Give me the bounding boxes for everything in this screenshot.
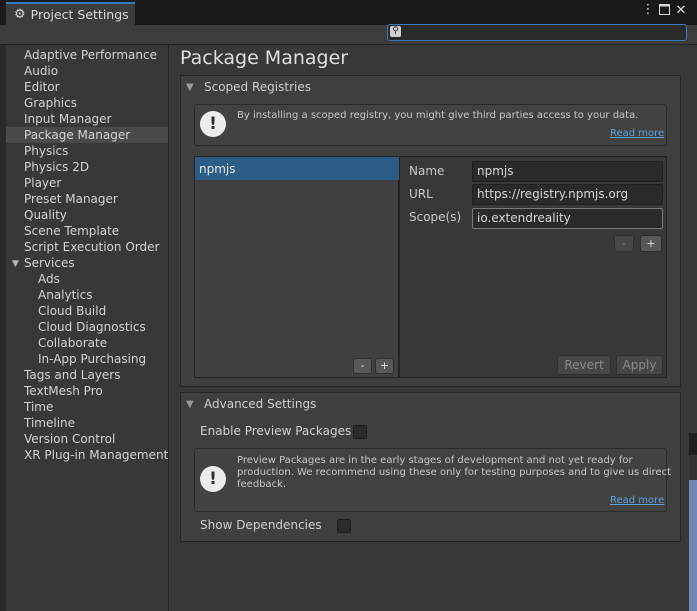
apply-button[interactable]: Apply [616, 355, 663, 375]
url-field[interactable]: https://registry.npmjs.org [472, 184, 663, 205]
sidebar-item-quality[interactable]: Quality [24, 207, 67, 223]
sidebar-item-scene-template[interactable]: Scene Template [24, 223, 119, 239]
sidebar-item-timeline[interactable]: Timeline [24, 415, 75, 431]
add-registry-button[interactable]: + [375, 358, 394, 374]
background-window-toolbar [689, 455, 697, 480]
remove-registry-button[interactable]: - [353, 358, 372, 374]
sidebar-item-cloud-diagnostics[interactable]: Cloud Diagnostics [38, 319, 146, 335]
chevron-down-icon[interactable]: ▼ [12, 259, 19, 269]
enable-preview-label: Enable Preview Packages [200, 424, 352, 438]
sidebar-item-physics-2d[interactable]: Physics 2D [24, 159, 89, 175]
scoped-warning-text: By installing a scoped registry, you mig… [237, 110, 639, 121]
fold-arrow-icon[interactable]: ▼ [186, 82, 194, 93]
sidebar-item-physics[interactable]: Physics [24, 143, 68, 159]
background-window-area [689, 480, 697, 611]
fold-arrow-icon[interactable]: ▼ [186, 399, 194, 410]
scoped-registries-header[interactable]: Scoped Registries [204, 80, 311, 94]
sidebar-item-audio[interactable]: Audio [24, 63, 58, 79]
exclamation-icon: ! [200, 111, 226, 137]
sidebar-item-script-execution-order[interactable]: Script Execution Order [24, 239, 159, 255]
page-title: Package Manager [180, 47, 349, 69]
sidebar-item-xr-plug-in-management[interactable]: XR Plug-in Management [24, 447, 168, 463]
sidebar-item-preset-manager[interactable]: Preset Manager [24, 191, 118, 207]
search-input[interactable] [387, 24, 687, 41]
kebab-menu-icon[interactable]: ⋮ [641, 2, 655, 17]
gear-icon: ⚙ [14, 7, 26, 22]
sidebar-item-analytics[interactable]: Analytics [38, 287, 93, 303]
revert-button[interactable]: Revert [557, 355, 611, 375]
sidebar-item-adaptive-performance[interactable]: Adaptive Performance [24, 47, 157, 63]
sidebar-item-tags-and-layers[interactable]: Tags and Layers [24, 367, 120, 383]
settings-nav-list: Adaptive Performance Audio Editor Graphics I… [6, 47, 168, 467]
name-field[interactable]: npmjs [472, 161, 663, 182]
preview-warning-line3: feedback. [237, 479, 287, 490]
sidebar-item-collaborate[interactable]: Collaborate [38, 335, 107, 351]
preview-warning-line2: production. We recommend using these onl… [237, 467, 672, 478]
sidebar-item-version-control[interactable]: Version Control [24, 431, 115, 447]
read-more-link[interactable]: Read more [610, 128, 664, 139]
advanced-settings-header[interactable]: Advanced Settings [204, 397, 316, 411]
sidebar-item-graphics[interactable]: Graphics [24, 95, 77, 111]
sidebar-item-player[interactable]: Player [24, 175, 61, 191]
sidebar-item-services[interactable]: Services [24, 255, 75, 271]
sidebar-item-in-app-purchasing[interactable]: In-App Purchasing [38, 351, 146, 367]
read-more-link[interactable]: Read more [610, 495, 664, 506]
registry-list [194, 156, 399, 378]
url-label: URL [409, 187, 433, 201]
show-dependencies-checkbox[interactable] [337, 519, 351, 533]
sidebar-item-editor[interactable]: Editor [24, 79, 60, 95]
show-dependencies-label: Show Dependencies [200, 518, 322, 532]
project-settings-tab[interactable]: ⚙ Project Settings [6, 2, 135, 25]
scope-field[interactable]: io.extendreality [472, 208, 663, 229]
sidebar-item-package-manager[interactable]: Package Manager [24, 127, 130, 143]
sidebar-item-textmesh-pro[interactable]: TextMesh Pro [24, 383, 103, 399]
preview-warning-line1: Preview Packages are in the early stages… [237, 455, 633, 466]
close-icon[interactable]: ✕ [674, 3, 688, 18]
add-scope-button[interactable]: + [640, 235, 662, 252]
exclamation-icon: ! [200, 466, 226, 492]
name-label: Name [409, 164, 445, 178]
sidebar-item-time[interactable]: Time [24, 399, 53, 415]
enable-preview-checkbox[interactable] [353, 425, 367, 439]
maximize-icon[interactable] [657, 4, 671, 18]
scopes-label: Scope(s) [409, 210, 462, 224]
sidebar-item-cloud-build[interactable]: Cloud Build [38, 303, 106, 319]
remove-scope-button[interactable]: - [614, 235, 634, 252]
sidebar-item-ads[interactable]: Ads [38, 271, 60, 287]
search-icon: ⚲ [390, 26, 401, 37]
tab-title: Project Settings [30, 7, 129, 22]
sidebar-item-input-manager[interactable]: Input Manager [24, 111, 112, 127]
registry-item-label: npmjs [199, 162, 236, 176]
